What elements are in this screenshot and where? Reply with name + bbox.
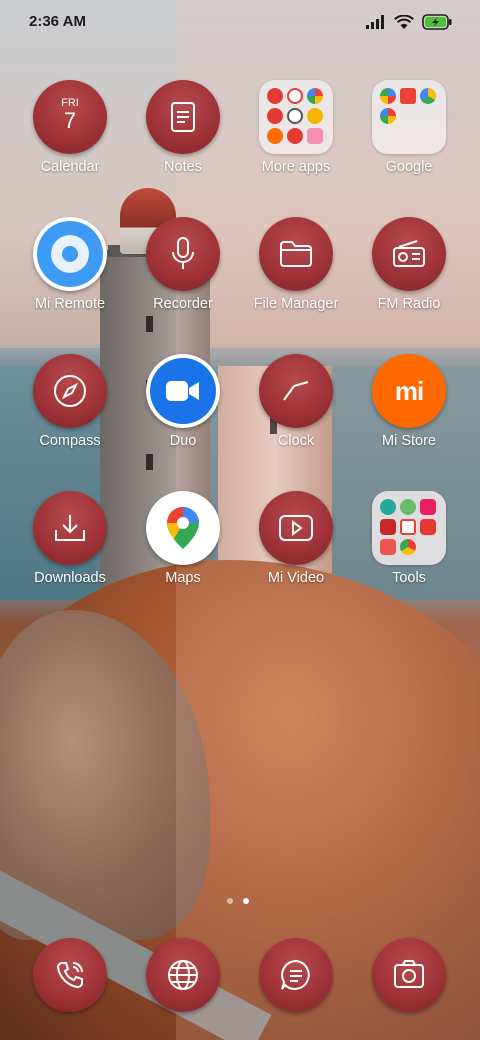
app-label: Mi Store <box>382 433 436 449</box>
drive-icon <box>420 88 436 104</box>
play-store-icon <box>420 499 436 515</box>
calendar-day: 7 <box>63 108 77 133</box>
app-icon <box>307 88 323 104</box>
app-fm-radio[interactable]: FM Radio <box>353 217 465 335</box>
page-dot[interactable] <box>227 898 233 904</box>
app-label: FM Radio <box>377 296 441 312</box>
phone-icon <box>33 938 107 1012</box>
app-mi-video[interactable]: Mi Video <box>240 491 352 609</box>
status-time: 2:36 AM <box>29 13 86 30</box>
app-icon <box>267 128 283 144</box>
app-calendar[interactable]: FRI 7 Calendar <box>14 80 126 198</box>
app-maps[interactable]: Maps <box>127 491 239 609</box>
notes-icon <box>146 80 220 154</box>
dock-phone[interactable] <box>14 938 126 1014</box>
app-icon <box>307 108 323 124</box>
dock-browser[interactable] <box>127 938 239 1014</box>
page-dot-current[interactable] <box>243 898 249 904</box>
youtube-icon <box>400 88 416 104</box>
photos-icon <box>380 108 396 124</box>
microphone-icon <box>146 217 220 291</box>
mi-store-icon: mi <box>372 354 446 428</box>
folder-tools[interactable]: Tools <box>353 491 465 609</box>
wifi-icon <box>394 14 414 29</box>
folder-icon <box>259 217 333 291</box>
folder-google[interactable]: Google <box>353 80 465 198</box>
play-video-icon <box>259 491 333 565</box>
folder-tools-icon <box>372 491 446 565</box>
app-file-manager[interactable]: File Manager <box>240 217 352 335</box>
app-mi-store[interactable]: mi Mi Store <box>353 354 465 472</box>
app-mi-remote[interactable]: Mi Remote <box>14 217 126 335</box>
download-icon <box>33 491 107 565</box>
app-icon <box>380 499 396 515</box>
app-icon <box>400 499 416 515</box>
app-icon <box>287 108 303 124</box>
folder-more-apps-icon <box>259 80 333 154</box>
gmail-icon <box>400 519 416 535</box>
folder-google-icon <box>372 80 446 154</box>
youtube-icon <box>420 519 436 535</box>
app-label: Google <box>385 159 433 175</box>
dock-messaging[interactable] <box>240 938 352 1014</box>
app-icon <box>380 539 396 555</box>
messaging-icon <box>259 938 333 1012</box>
app-label: Tools <box>392 570 426 586</box>
app-duo[interactable]: Duo <box>127 354 239 472</box>
camera-icon <box>372 938 446 1012</box>
app-recorder[interactable]: Recorder <box>127 217 239 335</box>
duo-icon <box>146 354 220 428</box>
app-icon <box>307 128 323 144</box>
google-icon <box>380 88 396 104</box>
page-indicator <box>227 898 249 904</box>
wps-icon <box>267 88 283 104</box>
app-compass[interactable]: Compass <box>14 354 126 472</box>
mi-store-logo: mi <box>394 375 424 406</box>
browser-globe-icon <box>146 938 220 1012</box>
status-bar: 2:36 AM <box>0 0 480 44</box>
signal-icon <box>366 15 384 29</box>
radio-icon <box>372 217 446 291</box>
app-icon <box>287 88 303 104</box>
app-icon <box>380 519 396 535</box>
status-icons <box>366 13 452 31</box>
app-clock[interactable]: Clock <box>240 354 352 472</box>
chrome-icon <box>400 539 416 555</box>
app-downloads[interactable]: Downloads <box>14 491 126 609</box>
app-icon <box>267 108 283 124</box>
maps-icon <box>146 491 220 565</box>
calendar-icon: FRI 7 <box>33 80 107 154</box>
app-icon <box>287 128 303 144</box>
folder-more-apps[interactable]: More apps <box>240 80 352 198</box>
clock-icon <box>259 354 333 428</box>
dock-camera[interactable] <box>353 938 465 1014</box>
battery-charging-icon <box>422 14 452 30</box>
compass-icon <box>33 354 107 428</box>
app-notes[interactable]: Notes <box>127 80 239 198</box>
mi-remote-icon <box>33 217 107 291</box>
